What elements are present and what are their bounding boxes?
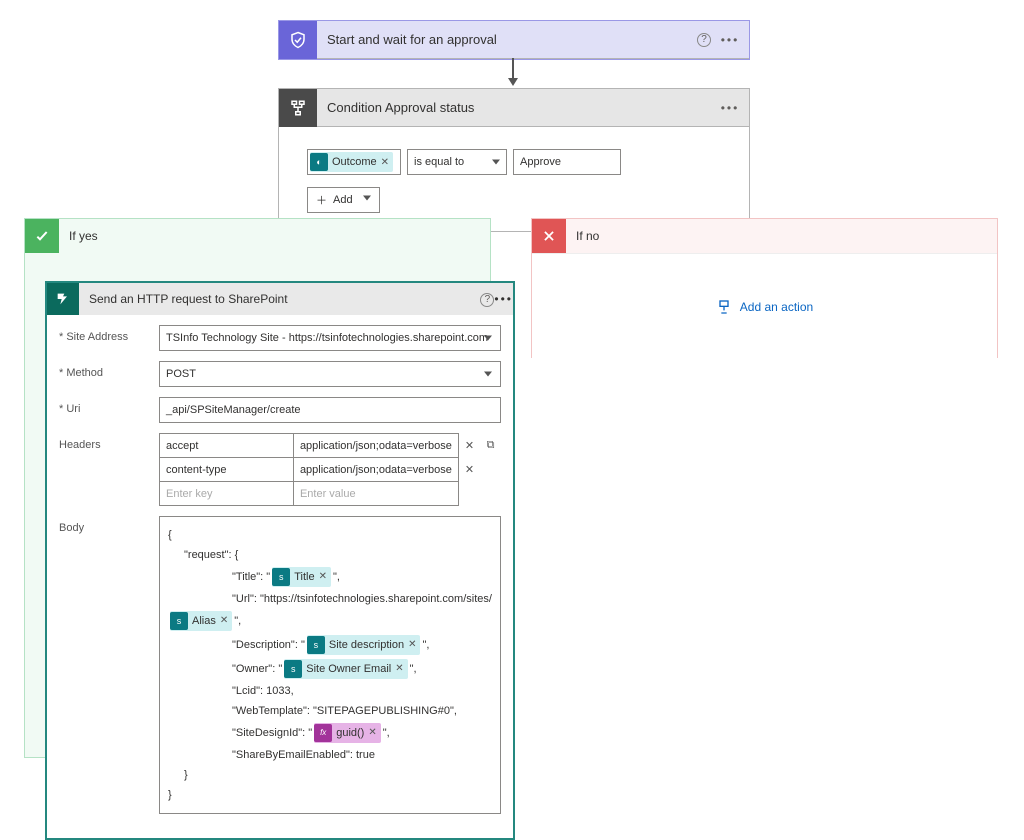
dynamic-content-icon: s bbox=[307, 636, 325, 654]
condition-icon bbox=[279, 89, 317, 127]
condition-title: Condition Approval status bbox=[317, 100, 717, 115]
check-icon bbox=[25, 219, 59, 253]
condition-operator-select[interactable]: is equal to bbox=[407, 149, 507, 175]
remove-header-icon[interactable]: ✕ bbox=[458, 434, 480, 458]
add-condition-button[interactable]: ＋ Add bbox=[307, 187, 380, 213]
more-icon[interactable] bbox=[717, 27, 743, 53]
approval-title: Start and wait for an approval bbox=[317, 32, 691, 47]
chevron-down-icon bbox=[492, 160, 500, 165]
sharepoint-icon bbox=[47, 283, 79, 315]
remove-token-icon[interactable]: ✕ bbox=[368, 723, 376, 743]
label-body: Body bbox=[59, 516, 159, 814]
http-title: Send an HTTP request to SharePoint bbox=[79, 292, 480, 306]
header-row-empty: Enter key Enter value bbox=[160, 482, 501, 506]
if-no-branch: If no Add an action bbox=[531, 218, 998, 358]
help-icon[interactable]: ? bbox=[691, 27, 717, 53]
remove-token-icon[interactable]: ✕ bbox=[395, 659, 403, 679]
chevron-down-icon bbox=[484, 336, 492, 341]
approval-step[interactable]: Start and wait for an approval ? bbox=[278, 20, 750, 60]
header-value-input[interactable]: Enter value bbox=[293, 482, 458, 506]
method-select[interactable]: POST bbox=[159, 361, 501, 387]
title-token[interactable]: sTitle✕ bbox=[272, 567, 331, 587]
body-input[interactable]: { "request": { "Title": " sTitle✕ ", "Ur… bbox=[159, 516, 501, 814]
dynamic-content-icon: ◐ bbox=[310, 153, 328, 171]
condition-step[interactable]: Condition Approval status ◐ Outcome ✕ is… bbox=[278, 88, 750, 232]
dynamic-content-icon: s bbox=[170, 612, 188, 630]
label-uri: Uri bbox=[59, 397, 159, 423]
flow-arrow-icon bbox=[512, 58, 514, 86]
headers-table: accept application/json;odata=verbose ✕ … bbox=[159, 433, 501, 506]
remove-token-icon[interactable]: ✕ bbox=[319, 567, 327, 587]
header-value-input[interactable]: application/json;odata=verbose bbox=[293, 458, 458, 482]
plus-icon: ＋ bbox=[316, 192, 327, 208]
condition-right-operand[interactable]: Approve bbox=[513, 149, 621, 175]
condition-expression-row: ◐ Outcome ✕ is equal to Approve bbox=[307, 149, 721, 175]
dynamic-content-icon: s bbox=[284, 660, 302, 678]
help-icon[interactable]: ? bbox=[480, 291, 494, 307]
chevron-down-icon bbox=[484, 372, 492, 377]
site-description-token[interactable]: sSite description✕ bbox=[307, 635, 421, 655]
condition-left-operand[interactable]: ◐ Outcome ✕ bbox=[307, 149, 401, 175]
more-icon[interactable] bbox=[494, 292, 513, 306]
header-value-input[interactable]: application/json;odata=verbose bbox=[293, 434, 458, 458]
remove-token-icon[interactable]: ✕ bbox=[408, 635, 416, 655]
label-headers: Headers bbox=[59, 433, 159, 506]
header-row: content-type application/json;odata=verb… bbox=[160, 458, 501, 482]
http-request-step[interactable]: Send an HTTP request to SharePoint ? Sit… bbox=[45, 281, 515, 840]
site-owner-token[interactable]: sSite Owner Email✕ bbox=[284, 659, 407, 679]
branch-label: If no bbox=[566, 229, 599, 243]
toggle-header-icon[interactable]: ⧉ bbox=[481, 434, 501, 458]
expression-icon: fx bbox=[314, 724, 332, 742]
label-method: Method bbox=[59, 361, 159, 387]
dynamic-content-icon: s bbox=[272, 568, 290, 586]
outcome-token[interactable]: ◐ Outcome ✕ bbox=[310, 152, 393, 172]
add-action-icon bbox=[716, 299, 732, 315]
guid-expression-token[interactable]: fxguid()✕ bbox=[314, 723, 381, 743]
uri-input[interactable]: _api/SPSiteManager/create bbox=[159, 397, 501, 423]
approval-icon bbox=[279, 21, 317, 59]
site-address-select[interactable]: TSInfo Technology Site - https://tsinfot… bbox=[159, 325, 501, 351]
remove-token-icon[interactable]: ✕ bbox=[381, 157, 389, 168]
alias-token[interactable]: sAlias✕ bbox=[170, 611, 232, 631]
remove-token-icon[interactable]: ✕ bbox=[220, 611, 228, 631]
header-key-input[interactable]: Enter key bbox=[160, 482, 294, 506]
header-row: accept application/json;odata=verbose ✕ … bbox=[160, 434, 501, 458]
label-site-address: Site Address bbox=[59, 325, 159, 351]
x-icon bbox=[532, 219, 566, 253]
header-key-input[interactable]: accept bbox=[160, 434, 294, 458]
header-key-input[interactable]: content-type bbox=[160, 458, 294, 482]
if-yes-branch: If yes Send an HTTP request to SharePoin… bbox=[24, 218, 491, 758]
chevron-down-icon bbox=[363, 195, 371, 200]
more-icon[interactable] bbox=[717, 95, 743, 121]
add-action-button[interactable]: Add an action bbox=[532, 253, 997, 359]
branch-label: If yes bbox=[59, 229, 98, 243]
remove-header-icon[interactable]: ✕ bbox=[458, 458, 480, 482]
